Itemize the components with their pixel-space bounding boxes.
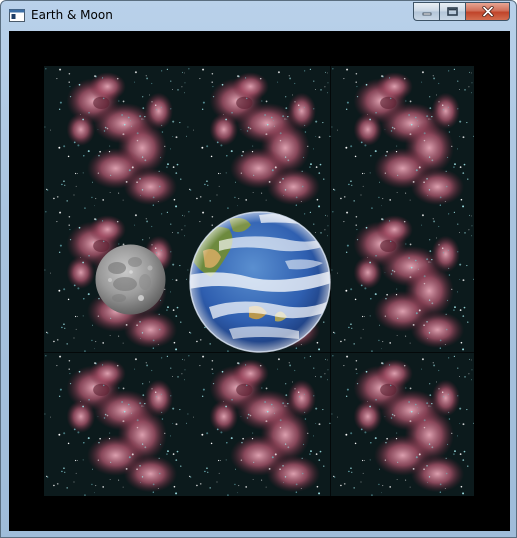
nebula-tile-image xyxy=(44,352,188,496)
app-window: Earth & Moon xyxy=(0,0,517,538)
window-app-icon xyxy=(9,9,25,22)
nebula-tile xyxy=(44,352,188,496)
caption-buttons xyxy=(413,2,510,21)
title-bar[interactable]: Earth & Moon xyxy=(1,1,516,31)
render-canvas[interactable] xyxy=(9,31,510,531)
maximize-button[interactable] xyxy=(439,2,465,21)
nebula-tile xyxy=(330,66,474,210)
nebula-tile-image xyxy=(330,66,474,210)
nebula-tile xyxy=(330,352,474,496)
maximize-icon xyxy=(447,7,458,16)
close-button[interactable] xyxy=(465,2,510,21)
nebula-tile xyxy=(330,209,474,353)
nebula-tile-image xyxy=(187,66,331,210)
earth-sprite xyxy=(189,211,331,353)
window-title: Earth & Moon xyxy=(31,8,113,22)
nebula-tile-image xyxy=(44,66,188,210)
close-icon xyxy=(481,6,494,17)
nebula-tile xyxy=(187,66,331,210)
nebula-tile xyxy=(187,352,331,496)
nebula-tile xyxy=(44,66,188,210)
moon-sprite xyxy=(95,244,166,315)
nebula-tile-image xyxy=(330,209,474,353)
minimize-icon xyxy=(422,12,431,15)
minimize-button[interactable] xyxy=(413,2,439,21)
nebula-tile-image xyxy=(187,352,331,496)
nebula-tile-image xyxy=(330,352,474,496)
